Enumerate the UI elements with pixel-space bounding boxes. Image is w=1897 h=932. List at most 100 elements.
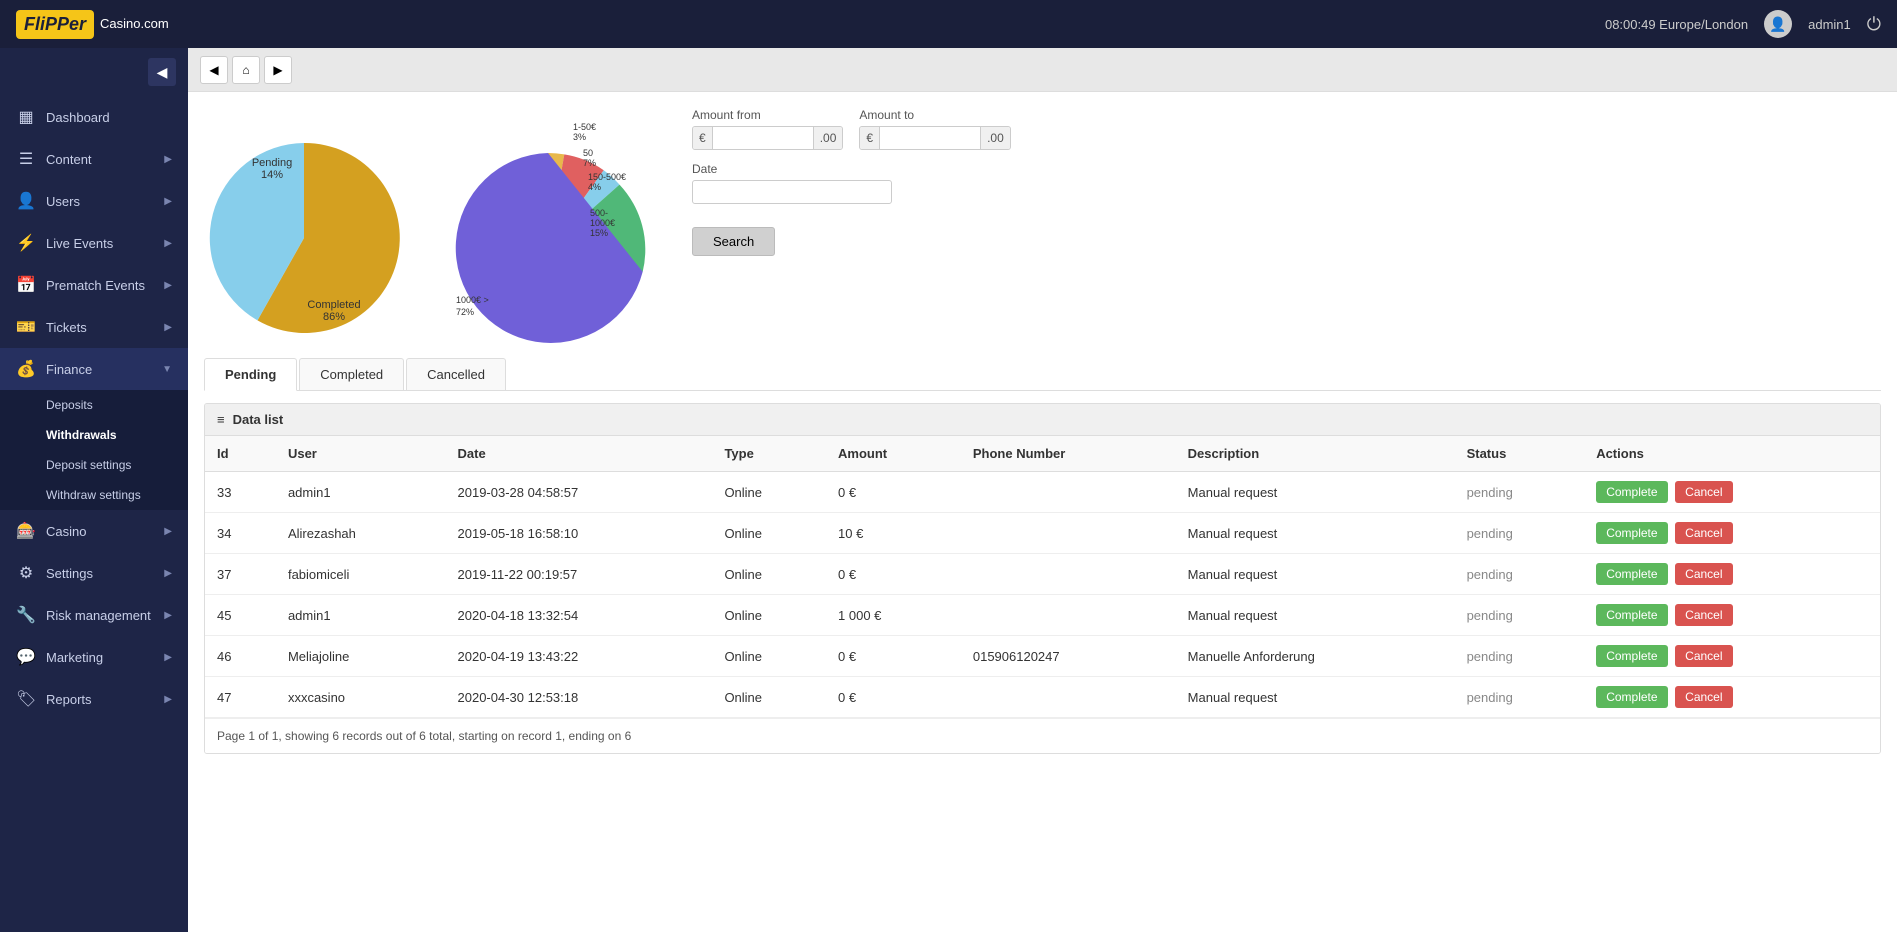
- chevron-right-icon: ▶: [164, 694, 172, 705]
- sidebar-item-reports[interactable]: 🏷 Reports ▶: [0, 678, 188, 720]
- cell-actions: Complete Cancel: [1584, 472, 1880, 513]
- cell-actions: Complete Cancel: [1584, 636, 1880, 677]
- cell-description: Manual request: [1176, 554, 1455, 595]
- cell-status: pending: [1455, 472, 1585, 513]
- tab-pending[interactable]: Pending: [204, 358, 297, 391]
- logout-icon[interactable]: ⏻: [1867, 14, 1881, 35]
- breadcrumb-home-button[interactable]: ⌂: [232, 56, 260, 84]
- data-list-header: ≡ Data list: [205, 404, 1880, 436]
- finance-submenu: Deposits Withdrawals Deposit settings Wi…: [0, 390, 188, 510]
- cell-type: Online: [712, 513, 826, 554]
- range1-percent: 3%: [573, 132, 586, 142]
- col-type: Type: [712, 436, 826, 472]
- currency-symbol-from: €: [693, 127, 713, 149]
- sidebar-item-users[interactable]: 👤 Users ▶: [0, 180, 188, 222]
- sidebar-item-label: Risk management: [46, 608, 151, 623]
- sidebar-item-risk-management[interactable]: 🔧 Risk management ▶: [0, 594, 188, 636]
- cell-type: Online: [712, 595, 826, 636]
- logo: FliPPer Casino.com: [16, 10, 169, 39]
- breadcrumb-back-button[interactable]: ◀: [200, 56, 228, 84]
- complete-button[interactable]: Complete: [1596, 563, 1667, 585]
- sidebar-item-withdraw-settings[interactable]: Withdraw settings: [0, 480, 188, 510]
- cancel-button[interactable]: Cancel: [1675, 645, 1732, 667]
- date-label: Date: [692, 162, 1881, 176]
- cell-amount: 0 €: [826, 636, 961, 677]
- content-icon: ☰: [16, 149, 36, 169]
- cell-date: 2019-11-22 00:19:57: [446, 554, 713, 595]
- sidebar-item-prematch-events[interactable]: 📅 Prematch Events ▶: [0, 264, 188, 306]
- cell-status: pending: [1455, 554, 1585, 595]
- cell-date: 2019-05-18 16:58:10: [446, 513, 713, 554]
- table-row: 34 Alirezashah 2019-05-18 16:58:10 Onlin…: [205, 513, 1880, 554]
- cancel-button[interactable]: Cancel: [1675, 522, 1732, 544]
- range1-label: 1-50€: [573, 122, 596, 132]
- page-content: Pending 14% Completed 86%: [188, 92, 1897, 932]
- complete-button[interactable]: Complete: [1596, 522, 1667, 544]
- complete-button[interactable]: Complete: [1596, 604, 1667, 626]
- complete-button[interactable]: Complete: [1596, 481, 1667, 503]
- sidebar-item-live-events[interactable]: ⚡ Live Events ▶: [0, 222, 188, 264]
- cell-description: Manual request: [1176, 677, 1455, 718]
- tab-cancelled[interactable]: Cancelled: [406, 358, 506, 390]
- col-user: User: [276, 436, 446, 472]
- col-actions: Actions: [1584, 436, 1880, 472]
- completed-label: Completed: [307, 299, 360, 311]
- amount-to-input[interactable]: [880, 127, 980, 149]
- sidebar-item-label: Tickets: [46, 320, 87, 335]
- status-pie-chart: Pending 14% Completed 86%: [204, 108, 404, 338]
- cell-description: Manual request: [1176, 472, 1455, 513]
- date-input[interactable]: [692, 180, 892, 204]
- cell-phone: [961, 472, 1176, 513]
- sidebar-toggle-button[interactable]: ◀: [148, 58, 176, 86]
- sidebar-item-casino[interactable]: 🎰 Casino ▶: [0, 510, 188, 552]
- table-row: 37 fabiomiceli 2019-11-22 00:19:57 Onlin…: [205, 554, 1880, 595]
- table-row: 47 xxxcasino 2020-04-30 12:53:18 Online …: [205, 677, 1880, 718]
- complete-button[interactable]: Complete: [1596, 686, 1667, 708]
- col-date: Date: [446, 436, 713, 472]
- sidebar-item-deposit-settings[interactable]: Deposit settings: [0, 450, 188, 480]
- sidebar-item-settings[interactable]: ⚙ Settings ▶: [0, 552, 188, 594]
- sidebar-item-content[interactable]: ☰ Content ▶: [0, 138, 188, 180]
- cancel-button[interactable]: Cancel: [1675, 686, 1732, 708]
- tab-completed[interactable]: Completed: [299, 358, 404, 390]
- chevron-down-icon: ▼: [162, 364, 172, 375]
- sidebar-item-finance[interactable]: 💰 Finance ▼: [0, 348, 188, 390]
- data-list-section: ≡ Data list Id User Date Type Amount Pho…: [204, 403, 1881, 754]
- marketing-icon: 💬: [16, 647, 36, 667]
- main-layout: ◀ ▦ Dashboard ☰ Content ▶ 👤 Users ▶ ⚡: [0, 48, 1897, 932]
- topbar-right: 08:00:49 Europe/London 👤 admin1 ⏻: [1605, 10, 1881, 38]
- cell-phone: [961, 554, 1176, 595]
- topbar: FliPPer Casino.com 08:00:49 Europe/Londo…: [0, 0, 1897, 48]
- pagination-info: Page 1 of 1, showing 6 records out of 6 …: [205, 718, 1880, 753]
- sidebar-item-deposits[interactable]: Deposits: [0, 390, 188, 420]
- breadcrumb-forward-button[interactable]: ▶: [264, 56, 292, 84]
- pending-percent: 14%: [261, 169, 283, 181]
- amount-from-input[interactable]: [713, 127, 813, 149]
- cancel-button[interactable]: Cancel: [1675, 563, 1732, 585]
- cell-amount: 0 €: [826, 554, 961, 595]
- cell-id: 47: [205, 677, 276, 718]
- cell-type: Online: [712, 636, 826, 677]
- cancel-button[interactable]: Cancel: [1675, 481, 1732, 503]
- search-button[interactable]: Search: [692, 227, 775, 256]
- sidebar-item-marketing[interactable]: 💬 Marketing ▶: [0, 636, 188, 678]
- cell-status: pending: [1455, 595, 1585, 636]
- cell-actions: Complete Cancel: [1584, 595, 1880, 636]
- chevron-right-icon: ▶: [164, 154, 172, 165]
- sidebar-item-label: Marketing: [46, 650, 103, 665]
- settings-icon: ⚙: [16, 563, 36, 583]
- sidebar-item-dashboard[interactable]: ▦ Dashboard: [0, 96, 188, 138]
- amount-to-label: Amount to: [859, 108, 1010, 122]
- cell-type: Online: [712, 554, 826, 595]
- cell-user: fabiomiceli: [276, 554, 446, 595]
- cancel-button[interactable]: Cancel: [1675, 604, 1732, 626]
- range3-label: 150-500€: [588, 172, 626, 182]
- cell-type: Online: [712, 472, 826, 513]
- complete-button[interactable]: Complete: [1596, 645, 1667, 667]
- sidebar-item-tickets[interactable]: 🎫 Tickets ▶: [0, 306, 188, 348]
- cell-amount: 10 €: [826, 513, 961, 554]
- col-id: Id: [205, 436, 276, 472]
- sidebar-toggle-area: ◀: [0, 48, 188, 96]
- table-header-row: Id User Date Type Amount Phone Number De…: [205, 436, 1880, 472]
- sidebar-item-withdrawals[interactable]: Withdrawals: [0, 420, 188, 450]
